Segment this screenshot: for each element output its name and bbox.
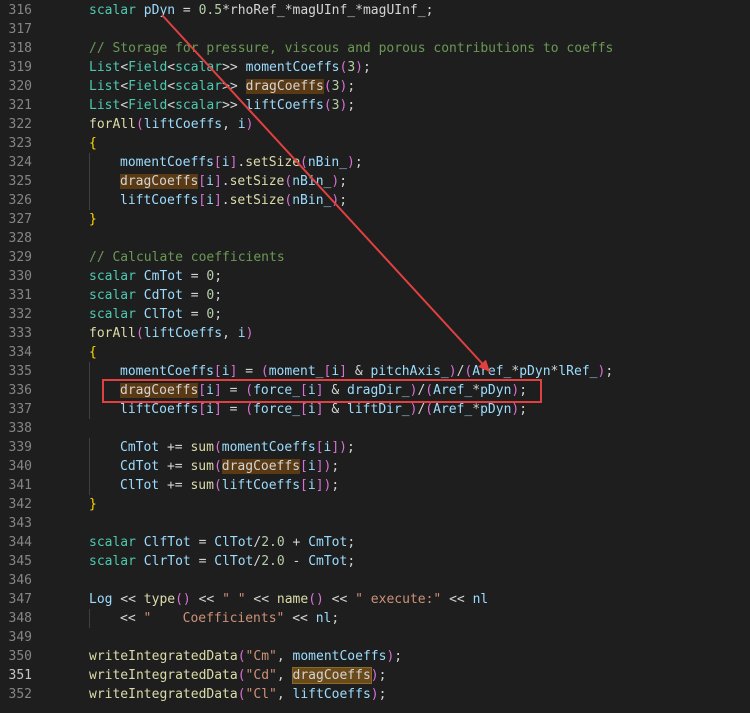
annotation-box [102, 379, 542, 403]
annotation-arrow [161, 14, 491, 373]
code-editor[interactable]: 316 scalar pDyn = 0.5*rhoRef_*magUInf_*ma… [0, 0, 750, 713]
annotation-overlay [102, 14, 542, 403]
